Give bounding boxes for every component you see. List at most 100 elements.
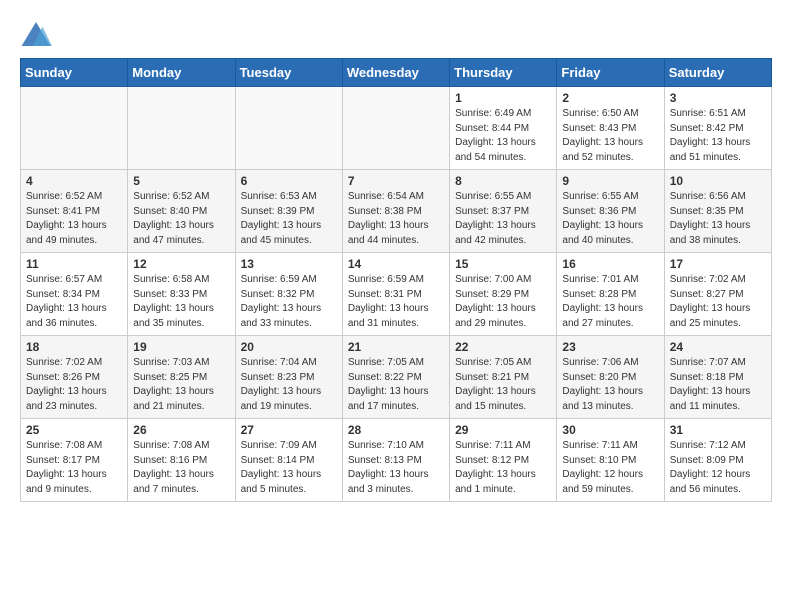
day-info: Sunrise: 6:52 AMSunset: 8:40 PMDaylight:… xyxy=(133,190,229,248)
calendar-cell xyxy=(235,87,342,170)
calendar-cell: 17 Sunrise: 7:02 AMSunset: 8:27 PMDayligh… xyxy=(664,253,771,336)
day-number: 2 xyxy=(562,91,658,105)
header xyxy=(20,20,772,48)
calendar-cell: 25 Sunrise: 7:08 AMSunset: 8:17 PMDayligh… xyxy=(21,419,128,502)
day-info: Sunrise: 7:02 AMSunset: 8:27 PMDaylight:… xyxy=(670,273,766,331)
calendar-cell: 10 Sunrise: 6:56 AMSunset: 8:35 PMDayligh… xyxy=(664,170,771,253)
logo-icon xyxy=(20,20,52,48)
day-number: 16 xyxy=(562,257,658,271)
calendar-cell xyxy=(342,87,449,170)
calendar-cell: 6 Sunrise: 6:53 AMSunset: 8:39 PMDaylight… xyxy=(235,170,342,253)
logo xyxy=(20,20,56,48)
calendar-cell: 18 Sunrise: 7:02 AMSunset: 8:26 PMDayligh… xyxy=(21,336,128,419)
day-info: Sunrise: 7:04 AMSunset: 8:23 PMDaylight:… xyxy=(241,356,337,414)
day-info: Sunrise: 7:09 AMSunset: 8:14 PMDaylight:… xyxy=(241,439,337,497)
day-info: Sunrise: 6:59 AMSunset: 8:31 PMDaylight:… xyxy=(348,273,444,331)
week-row-1: 1 Sunrise: 6:49 AMSunset: 8:44 PMDaylight… xyxy=(21,87,772,170)
calendar-cell: 26 Sunrise: 7:08 AMSunset: 8:16 PMDayligh… xyxy=(128,419,235,502)
calendar-cell: 14 Sunrise: 6:59 AMSunset: 8:31 PMDayligh… xyxy=(342,253,449,336)
calendar-cell xyxy=(128,87,235,170)
day-info: Sunrise: 6:52 AMSunset: 8:41 PMDaylight:… xyxy=(26,190,122,248)
day-number: 21 xyxy=(348,340,444,354)
calendar-cell: 31Sunrise: 7:12 AMSunset: 8:09 PMDayligh… xyxy=(664,419,771,502)
day-info: Sunrise: 7:11 AMSunset: 8:10 PMDaylight:… xyxy=(562,439,658,497)
day-info: Sunrise: 6:58 AMSunset: 8:33 PMDaylight:… xyxy=(133,273,229,331)
day-info: Sunrise: 6:53 AMSunset: 8:39 PMDaylight:… xyxy=(241,190,337,248)
day-number: 10 xyxy=(670,174,766,188)
day-number: 18 xyxy=(26,340,122,354)
calendar-cell: 16 Sunrise: 7:01 AMSunset: 8:28 PMDayligh… xyxy=(557,253,664,336)
calendar-cell: 2 Sunrise: 6:50 AMSunset: 8:43 PMDaylight… xyxy=(557,87,664,170)
day-number: 26 xyxy=(133,423,229,437)
col-header-thursday: Thursday xyxy=(450,59,557,87)
calendar-cell: 23 Sunrise: 7:06 AMSunset: 8:20 PMDayligh… xyxy=(557,336,664,419)
day-info: Sunrise: 7:00 AMSunset: 8:29 PMDaylight:… xyxy=(455,273,551,331)
page: SundayMondayTuesdayWednesdayThursdayFrid… xyxy=(0,0,792,512)
day-number: 11 xyxy=(26,257,122,271)
day-number: 9 xyxy=(562,174,658,188)
day-info: Sunrise: 6:57 AMSunset: 8:34 PMDaylight:… xyxy=(26,273,122,331)
day-info: Sunrise: 7:03 AMSunset: 8:25 PMDaylight:… xyxy=(133,356,229,414)
day-info: Sunrise: 6:49 AMSunset: 8:44 PMDaylight:… xyxy=(455,107,551,165)
calendar-cell: 11 Sunrise: 6:57 AMSunset: 8:34 PMDayligh… xyxy=(21,253,128,336)
day-number: 6 xyxy=(241,174,337,188)
day-info: Sunrise: 7:06 AMSunset: 8:20 PMDaylight:… xyxy=(562,356,658,414)
day-info: Sunrise: 7:01 AMSunset: 8:28 PMDaylight:… xyxy=(562,273,658,331)
calendar-cell: 13Sunrise: 6:59 AMSunset: 8:32 PMDayligh… xyxy=(235,253,342,336)
day-info: Sunrise: 7:05 AMSunset: 8:21 PMDaylight:… xyxy=(455,356,551,414)
day-number: 23 xyxy=(562,340,658,354)
day-info: Sunrise: 7:08 AMSunset: 8:16 PMDaylight:… xyxy=(133,439,229,497)
calendar-cell: 21 Sunrise: 7:05 AMSunset: 8:22 PMDayligh… xyxy=(342,336,449,419)
day-number: 12 xyxy=(133,257,229,271)
col-header-friday: Friday xyxy=(557,59,664,87)
calendar-cell: 19 Sunrise: 7:03 AMSunset: 8:25 PMDayligh… xyxy=(128,336,235,419)
day-info: Sunrise: 6:56 AMSunset: 8:35 PMDaylight:… xyxy=(670,190,766,248)
day-number: 19 xyxy=(133,340,229,354)
day-info: Sunrise: 6:50 AMSunset: 8:43 PMDaylight:… xyxy=(562,107,658,165)
week-row-4: 18 Sunrise: 7:02 AMSunset: 8:26 PMDayligh… xyxy=(21,336,772,419)
calendar-cell xyxy=(21,87,128,170)
day-info: Sunrise: 7:07 AMSunset: 8:18 PMDaylight:… xyxy=(670,356,766,414)
calendar-cell: 12 Sunrise: 6:58 AMSunset: 8:33 PMDayligh… xyxy=(128,253,235,336)
day-info: Sunrise: 6:54 AMSunset: 8:38 PMDaylight:… xyxy=(348,190,444,248)
day-number: 22 xyxy=(455,340,551,354)
day-number: 4 xyxy=(26,174,122,188)
day-info: Sunrise: 7:08 AMSunset: 8:17 PMDaylight:… xyxy=(26,439,122,497)
col-header-monday: Monday xyxy=(128,59,235,87)
day-info: Sunrise: 6:55 AMSunset: 8:37 PMDaylight:… xyxy=(455,190,551,248)
calendar-cell: 15Sunrise: 7:00 AMSunset: 8:29 PMDayligh… xyxy=(450,253,557,336)
day-number: 17 xyxy=(670,257,766,271)
day-info: Sunrise: 7:10 AMSunset: 8:13 PMDaylight:… xyxy=(348,439,444,497)
col-header-tuesday: Tuesday xyxy=(235,59,342,87)
calendar-header-row: SundayMondayTuesdayWednesdayThursdayFrid… xyxy=(21,59,772,87)
day-number: 28 xyxy=(348,423,444,437)
calendar-cell: 5Sunrise: 6:52 AMSunset: 8:40 PMDaylight… xyxy=(128,170,235,253)
day-number: 25 xyxy=(26,423,122,437)
week-row-2: 4 Sunrise: 6:52 AMSunset: 8:41 PMDaylight… xyxy=(21,170,772,253)
day-info: Sunrise: 7:05 AMSunset: 8:22 PMDaylight:… xyxy=(348,356,444,414)
day-number: 8 xyxy=(455,174,551,188)
calendar-cell: 27 Sunrise: 7:09 AMSunset: 8:14 PMDayligh… xyxy=(235,419,342,502)
col-header-saturday: Saturday xyxy=(664,59,771,87)
calendar-cell: 8 Sunrise: 6:55 AMSunset: 8:37 PMDaylight… xyxy=(450,170,557,253)
calendar-cell: 22 Sunrise: 7:05 AMSunset: 8:21 PMDayligh… xyxy=(450,336,557,419)
calendar-cell: 24Sunrise: 7:07 AMSunset: 8:18 PMDayligh… xyxy=(664,336,771,419)
day-info: Sunrise: 7:02 AMSunset: 8:26 PMDaylight:… xyxy=(26,356,122,414)
day-number: 20 xyxy=(241,340,337,354)
calendar-cell: 20 Sunrise: 7:04 AMSunset: 8:23 PMDayligh… xyxy=(235,336,342,419)
day-number: 14 xyxy=(348,257,444,271)
week-row-5: 25 Sunrise: 7:08 AMSunset: 8:17 PMDayligh… xyxy=(21,419,772,502)
calendar-cell: 3Sunrise: 6:51 AMSunset: 8:42 PMDaylight… xyxy=(664,87,771,170)
day-number: 1 xyxy=(455,91,551,105)
day-number: 31 xyxy=(670,423,766,437)
day-number: 3 xyxy=(670,91,766,105)
week-row-3: 11 Sunrise: 6:57 AMSunset: 8:34 PMDayligh… xyxy=(21,253,772,336)
day-number: 27 xyxy=(241,423,337,437)
calendar-cell: 29 Sunrise: 7:11 AMSunset: 8:12 PMDayligh… xyxy=(450,419,557,502)
day-info: Sunrise: 7:11 AMSunset: 8:12 PMDaylight:… xyxy=(455,439,551,497)
col-header-wednesday: Wednesday xyxy=(342,59,449,87)
calendar-cell: 1 Sunrise: 6:49 AMSunset: 8:44 PMDaylight… xyxy=(450,87,557,170)
calendar-cell: 9Sunrise: 6:55 AMSunset: 8:36 PMDaylight… xyxy=(557,170,664,253)
calendar-cell: 30Sunrise: 7:11 AMSunset: 8:10 PMDayligh… xyxy=(557,419,664,502)
day-number: 29 xyxy=(455,423,551,437)
